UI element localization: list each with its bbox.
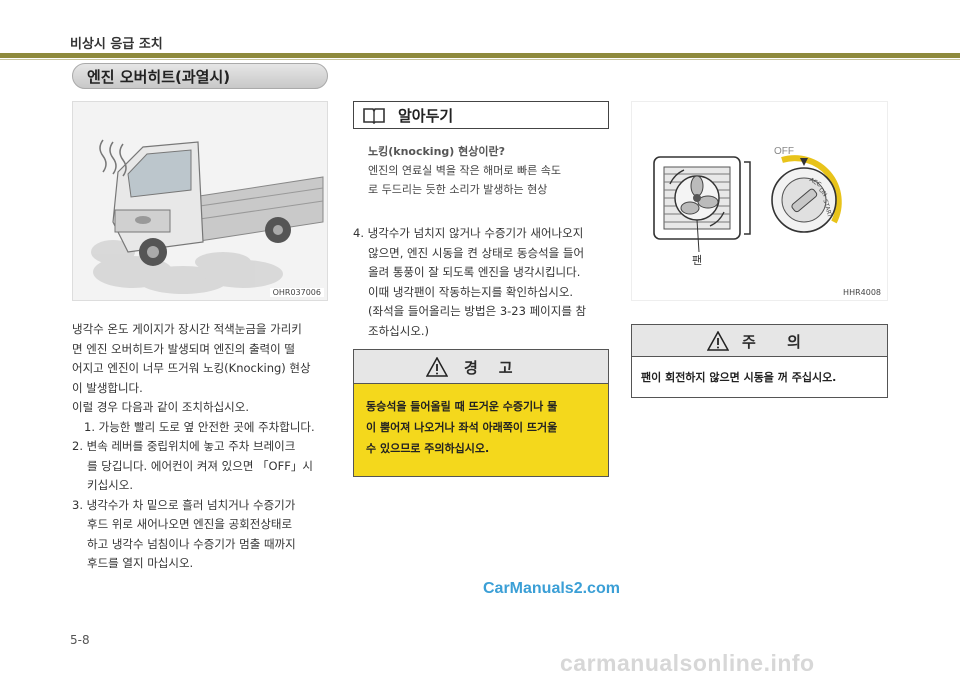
warning-triangle-icon [425, 356, 449, 381]
text-line: 후드를 열지 마십시오. [87, 556, 194, 570]
text-line: 키십시오. [87, 478, 133, 492]
warning-title: 경 고 [464, 359, 513, 377]
warning-header: 경 고 [354, 350, 608, 384]
overheating-truck-photo: OHR037006 [72, 101, 328, 301]
text-line: 를 당깁니다. 에어컨이 켜져 있으면 「OFF」시 [87, 458, 313, 473]
note-title: 알아두기 [398, 107, 454, 125]
list-item-2: 2. 변속 레버를 중립위치에 놓고 주차 브레이크 를 당깁니다. 에어컨이 … [72, 437, 334, 496]
text-line: 이 뿜어져 나오거나 좌석 아래쪽이 뜨거울 [366, 421, 558, 434]
text-line: 조하십시오.) [368, 323, 430, 338]
caution-header: 주 의 [632, 325, 887, 357]
paragraph-2: 이럴 경우 다음과 같이 조치하십시오. [72, 400, 249, 414]
fan-ignition-illustration [653, 155, 842, 253]
fan-label: 팬 [692, 254, 703, 267]
section-title: 엔진 오버히트(과열시) [72, 63, 328, 89]
figure-code: HHR4008 [840, 288, 884, 297]
text-line: 이 발생합니다. [72, 380, 143, 395]
note-question: 노킹(knocking) 현상이란? [368, 145, 505, 158]
header-rule [0, 53, 960, 58]
truck-illustration [73, 102, 327, 300]
text-line: 이때 냉각팬이 작동하는지를 확인하십시오. [368, 284, 574, 299]
text-line: 4. 냉각수가 넘치지 않거나 수증기가 새어나오지 [353, 226, 584, 240]
text-line: 하고 냉각수 넘침이나 수증기가 멈출 때까지 [87, 536, 296, 551]
page-number: 5-8 [70, 633, 90, 647]
book-icon [362, 106, 386, 128]
text-line: 어지고 엔진이 너무 뜨거워 노킹(Knocking) 현상 [72, 361, 311, 375]
fan-and-ignition-figure: OFF ACC ON START 팬 HHR4008 [631, 101, 888, 301]
list-item-3: 3. 냉각수가 차 밑으로 흘러 넘치거나 수증기가 후드 위로 새어나오면 엔… [72, 496, 334, 574]
text-line: 후드 위로 새어나오면 엔진을 공회전상태로 [87, 517, 293, 531]
warning-body: 동승석을 들어올릴 때 뜨거운 수증기나 물 이 뿜어져 나오거나 좌석 아래쪽… [366, 396, 598, 459]
text-line: 2. 변속 레버를 중립위치에 놓고 주차 브레이크 [72, 439, 296, 453]
text-line: 동승석을 들어올릴 때 뜨거운 수증기나 물 [366, 400, 558, 413]
ignition-off-label: OFF [774, 146, 794, 157]
text-line: 냉각수 온도 게이지가 장시간 적색눈금을 가리키 [72, 322, 302, 336]
watermark-carmanualsonline: carmanualsonline.info [560, 650, 815, 676]
text-line: 면 엔진 오버히트가 발생되며 엔진의 출력이 떨 [72, 341, 295, 356]
chapter-title: 비상시 응급 조치 [70, 37, 163, 52]
text-line: 올려 통풍이 잘 되도록 엔진을 냉각시킵니다. [368, 265, 581, 279]
text-line: 로 두드리는 듯한 소리가 발생하는 현상 [368, 183, 548, 196]
watermark-carmanuals2: CarManuals2.com [483, 580, 620, 597]
body-left: 냉각수 온도 게이지가 장시간 적색눈금을 가리키 면 엔진 오버히트가 발생되… [72, 320, 334, 574]
text-line: (좌석을 들어올리는 방법은 3-23 페이지를 참 [368, 304, 587, 318]
header-rule-thin [0, 59, 960, 60]
paragraph-1: 냉각수 온도 게이지가 장시간 적색눈금을 가리키 면 엔진 오버히트가 발생되… [72, 320, 334, 398]
note-header-box [353, 101, 609, 129]
note-body: 노킹(knocking) 현상이란? 엔진의 연료실 벽을 작은 해머로 빠른 … [368, 142, 608, 199]
caution-title: 주 의 [742, 333, 801, 351]
text-line: 수 있으므로 주의하십시오. [366, 442, 490, 455]
list-item-1: 1. 가능한 빨리 도로 옆 안전한 곳에 주차합니다. [72, 418, 334, 438]
text-line: 않으면, 엔진 시동을 켠 상태로 동승석을 들어 [368, 245, 585, 260]
list-item-4: 4. 냉각수가 넘치지 않거나 수증기가 새어나오지 않으면, 엔진 시동을 켠… [353, 224, 615, 341]
text-line: 3. 냉각수가 차 밑으로 흘러 넘치거나 수증기가 [72, 497, 296, 512]
text-line: 엔진의 연료실 벽을 작은 해머로 빠른 속도 [368, 164, 562, 177]
caution-body: 팬이 회전하지 않으면 시동을 꺼 주십시오. [641, 371, 837, 384]
photo-code: OHR037006 [269, 288, 324, 297]
caution-triangle-icon [706, 330, 730, 355]
text-line: 1. 가능한 빨리 도로 옆 안전한 곳에 주차합니다. [84, 419, 315, 434]
